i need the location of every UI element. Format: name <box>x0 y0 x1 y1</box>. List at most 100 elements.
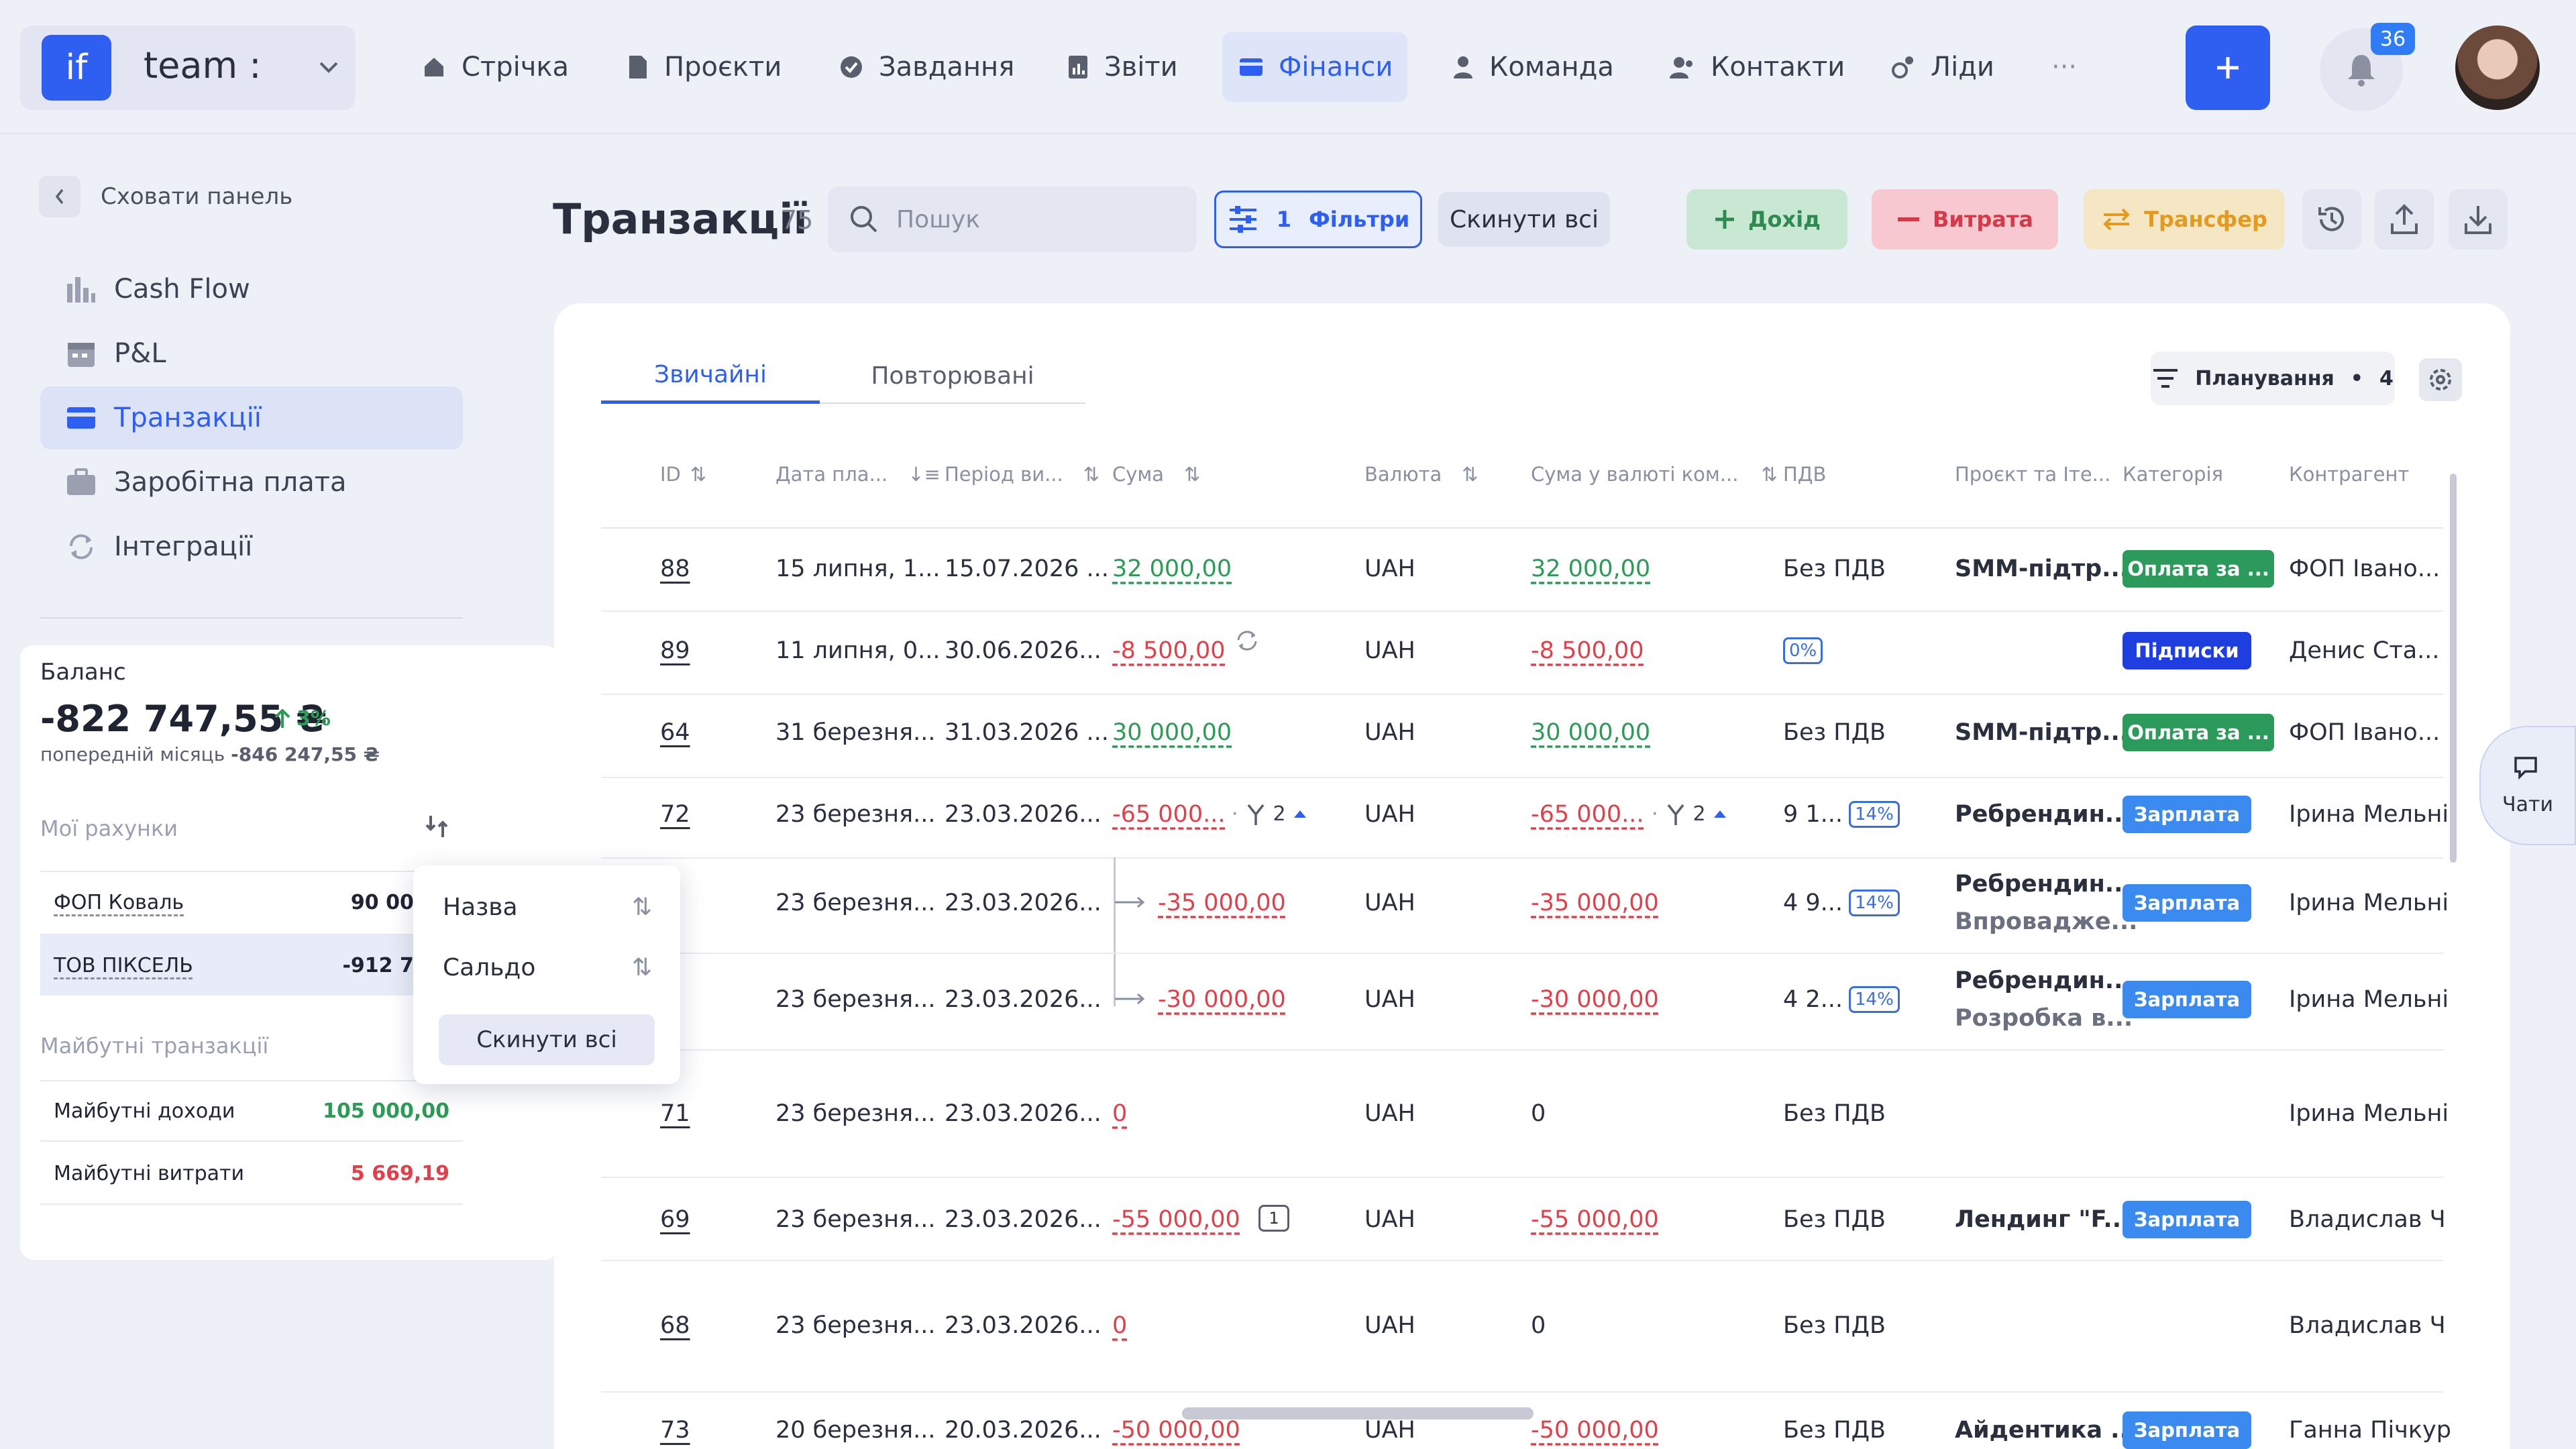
import-button[interactable] <box>2449 189 2508 250</box>
column-header-vat[interactable]: ПДВ <box>1783 463 1826 486</box>
project-item[interactable]: Впровадже... <box>1955 908 2137 935</box>
project-item[interactable]: Розробка в... <box>1955 1005 2133 1032</box>
sum-company-value[interactable]: 30 000,00 <box>1531 719 1650 746</box>
counterparty[interactable]: Денис Ста... <box>2289 637 2440 664</box>
category-badge[interactable]: Зарплата <box>2123 981 2251 1018</box>
sort-by-balance-option[interactable]: Сальдо ⇅ <box>443 947 652 987</box>
column-header-date[interactable]: Дата пла... ↓≡ <box>775 463 941 486</box>
counterparty[interactable]: ФОП Івано... <box>2289 555 2440 582</box>
horizontal-scrollbar-thumb[interactable] <box>1182 1407 1534 1419</box>
create-button[interactable] <box>2186 25 2270 110</box>
sum-value[interactable]: -55 000,00 <box>1112 1206 1240 1233</box>
project-name[interactable]: Ребрендин... <box>1955 801 2132 828</box>
transaction-id[interactable]: 64 <box>660 719 690 746</box>
add-expense-button[interactable]: Витрата <box>1872 189 2058 250</box>
chevron-down-icon[interactable] <box>317 58 341 76</box>
nav-contacts[interactable]: Контакти <box>1653 32 1861 102</box>
project-name[interactable]: SMM-підтр... <box>1955 719 2129 746</box>
transaction-id[interactable]: 72 <box>660 801 690 828</box>
nav-leads[interactable]: Ліди <box>1874 32 2010 102</box>
tab-recurring[interactable]: Повторювані <box>820 349 1085 404</box>
sidebar-item-integrations[interactable]: Інтеграції <box>40 515 463 578</box>
table-settings-button[interactable] <box>2419 358 2462 401</box>
counterparty[interactable]: Ірина Мельні <box>2289 986 2449 1013</box>
nav-tasks[interactable]: Завдання <box>822 32 1030 102</box>
counterparty[interactable]: Ірина Мельні <box>2289 1100 2449 1127</box>
comment-icon[interactable]: 1 <box>1258 1205 1289 1232</box>
sum-value[interactable]: 0 <box>1112 1312 1127 1339</box>
chats-button[interactable]: Чати <box>2479 726 2576 845</box>
nav-reports[interactable]: Звіти <box>1051 32 1194 102</box>
column-header-category[interactable]: Категорія <box>2123 463 2223 486</box>
sum-value[interactable]: 32 000,00 <box>1112 555 1232 582</box>
category-badge[interactable]: Зарплата <box>2123 884 2251 922</box>
sum-company-value[interactable]: -8 500,00 <box>1531 637 1644 664</box>
counterparty[interactable]: Ганна Пічкур <box>2289 1417 2451 1444</box>
project-name[interactable]: Лендинг "F... <box>1955 1206 2130 1233</box>
category-badge[interactable]: Зарплата <box>2123 1201 2251 1238</box>
counterparty[interactable]: Ірина Мельні <box>2289 801 2449 828</box>
add-income-button[interactable]: Дохід <box>1686 189 1847 250</box>
sum-company-value[interactable]: 32 000,00 <box>1531 555 1650 582</box>
sum-company-value[interactable]: -30 000,00 <box>1531 986 1659 1013</box>
transaction-id[interactable]: 73 <box>660 1417 690 1444</box>
more-menu-button[interactable]: ··· <box>2035 32 2093 102</box>
sum-value[interactable]: 0 <box>1112 1100 1127 1127</box>
sum-value[interactable]: 30 000,00 <box>1112 719 1232 746</box>
tab-regular[interactable]: Звичайні <box>601 349 820 404</box>
nav-finance[interactable]: Фінанси <box>1222 32 1407 102</box>
history-button[interactable] <box>2302 189 2361 250</box>
nav-projects[interactable]: Проєкти <box>610 32 798 102</box>
add-transfer-button[interactable]: Трансфер <box>2084 189 2285 250</box>
counterparty[interactable]: Ірина Мельні <box>2289 890 2449 916</box>
project-name[interactable]: Ребрендин... <box>1955 871 2132 898</box>
counterparty[interactable]: ФОП Івано... <box>2289 719 2440 746</box>
sum-company-value[interactable]: -55 000,00 <box>1531 1206 1659 1233</box>
column-header-period[interactable]: Період ви... ⇅ <box>945 463 1099 486</box>
sum-value[interactable]: -8 500,00 <box>1112 637 1226 664</box>
sum-company-value[interactable]: -65 000... <box>1531 801 1644 828</box>
category-badge[interactable]: Оплата за ... <box>2123 714 2274 751</box>
counterparty[interactable]: Владислав Ч <box>2289 1312 2446 1339</box>
category-badge[interactable]: Підписки <box>2123 632 2251 669</box>
planning-button[interactable]: Планування • 4 <box>2151 352 2395 405</box>
transaction-id[interactable]: 89 <box>660 637 690 664</box>
sort-icon[interactable] <box>424 813 451 840</box>
project-name[interactable]: SMM-підтр... <box>1955 555 2129 582</box>
account-row-fop-koval[interactable]: ФОП Коваль 90 000,0 <box>40 871 463 932</box>
split-toggle[interactable]: · 2 <box>1232 801 1307 826</box>
vertical-scrollbar-thumb[interactable] <box>2450 474 2457 863</box>
sort-by-name-option[interactable]: Назва ⇅ <box>443 887 652 927</box>
category-badge[interactable]: Зарплата <box>2123 1411 2251 1449</box>
transaction-id[interactable]: 71 <box>660 1100 690 1127</box>
sidebar-item-pl[interactable]: P&L <box>40 322 463 385</box>
reset-filters-button[interactable]: Скинути всі <box>1438 192 1610 247</box>
column-header-id[interactable]: ID ⇅ <box>660 463 706 486</box>
user-avatar[interactable] <box>2455 25 2540 110</box>
hide-panel-button[interactable]: Сховати панель <box>39 176 292 217</box>
column-header-counterparty[interactable]: Контрагент <box>2289 463 2409 486</box>
nav-team[interactable]: Команда <box>1436 32 1630 102</box>
filters-button[interactable]: 1 Фільтри <box>1214 191 1422 248</box>
counterparty[interactable]: Владислав Ч <box>2289 1206 2446 1233</box>
search-input[interactable]: Пошук <box>828 186 1197 252</box>
column-header-currency[interactable]: Валюта ⇅ <box>1364 463 1479 486</box>
sum-value[interactable]: -50 000,00 <box>1112 1417 1240 1444</box>
sum-value[interactable]: -65 000... <box>1112 801 1225 828</box>
transaction-id[interactable]: 88 <box>660 555 690 582</box>
nav-feed[interactable]: Стрічка <box>405 32 585 102</box>
column-header-sum[interactable]: Сума ⇅ <box>1112 463 1200 486</box>
sidebar-item-payroll[interactable]: Заробітна плата <box>40 451 463 514</box>
project-name[interactable]: Айдентика ... <box>1955 1417 2137 1444</box>
sidebar-item-cash-flow[interactable]: Cash Flow <box>40 258 463 321</box>
sum-company-value[interactable]: -35 000,00 <box>1531 890 1659 916</box>
export-button[interactable] <box>2375 189 2434 250</box>
transaction-id[interactable]: 69 <box>660 1206 690 1233</box>
account-row-tov-piksel[interactable]: ТОВ ПІКСЕЛЬ -912 747, <box>40 934 463 996</box>
split-toggle[interactable]: · 2 <box>1652 801 1727 826</box>
sum-value[interactable]: -30 000,00 <box>1158 986 1286 1013</box>
sum-value[interactable]: -35 000,00 <box>1158 890 1286 916</box>
category-badge[interactable]: Оплата за ... <box>2123 550 2274 588</box>
sidebar-item-transactions[interactable]: Транзакції <box>40 386 463 449</box>
transaction-id[interactable]: 68 <box>660 1312 690 1339</box>
